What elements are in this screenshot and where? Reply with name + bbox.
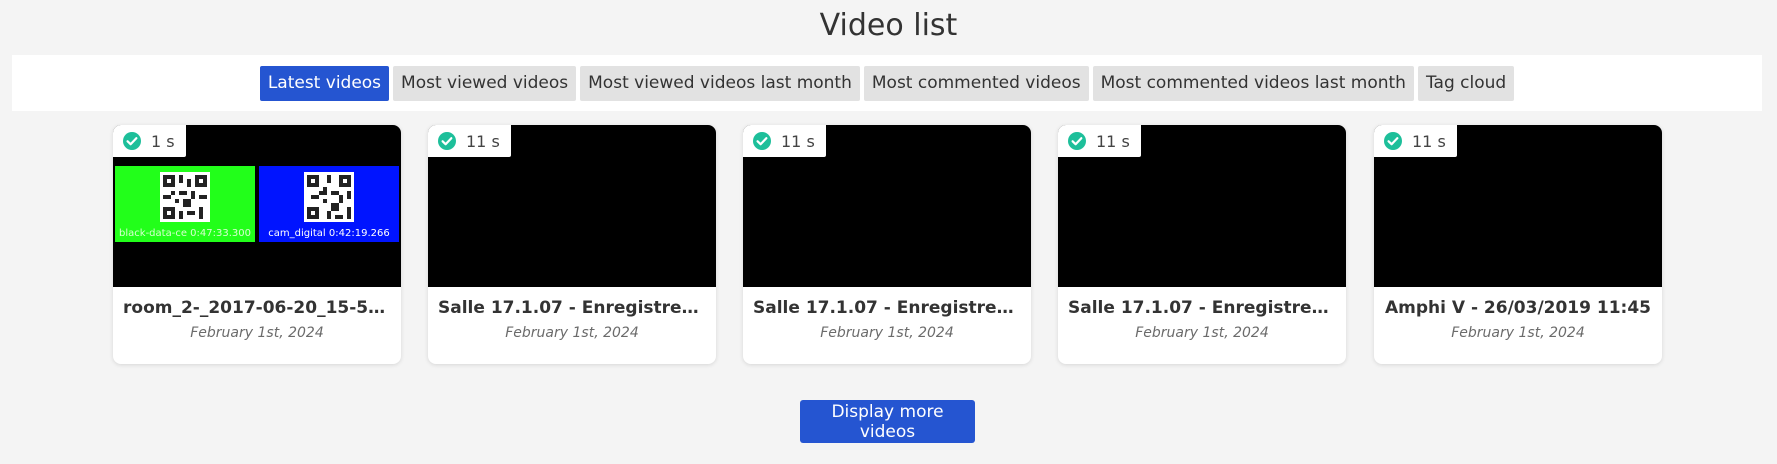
duration-badge: 11 s [1058, 125, 1141, 157]
duration-badge: 11 s [743, 125, 826, 157]
thumbnail-caption: black-data-ce 0:47:33.300 [119, 228, 251, 239]
video-card[interactable]: 11 s Salle 17.1.07 - Enregistrement d...… [743, 125, 1031, 364]
duration-badge: 11 s [428, 125, 511, 157]
thumbnail-panel-blue: cam_digital 0:42:19.266 [259, 166, 399, 242]
qr-code-icon [160, 172, 210, 222]
video-date: February 1st, 2024 [1451, 325, 1585, 341]
check-circle-icon [753, 132, 771, 150]
video-date: February 1st, 2024 [1135, 325, 1269, 341]
video-card[interactable]: 1 s black-data-ce 0:47:33.300 cam_digita… [113, 125, 401, 364]
video-thumbnail[interactable]: 11 s [1058, 125, 1346, 287]
thumbnail-panel-green: black-data-ce 0:47:33.300 [115, 166, 255, 242]
video-date: February 1st, 2024 [190, 325, 324, 341]
qr-code-icon [304, 172, 354, 222]
video-card[interactable]: 11 s Amphi V - 26/03/2019 11:45 February… [1374, 125, 1662, 364]
duration-text: 11 s [781, 131, 815, 151]
video-title[interactable]: Salle 17.1.07 - Enregistrement d... [743, 298, 1031, 318]
check-circle-icon [438, 132, 456, 150]
video-card[interactable]: 11 s Salle 17.1.07 - Enregistrement d...… [1058, 125, 1346, 364]
video-title[interactable]: Amphi V - 26/03/2019 11:45 [1374, 298, 1662, 318]
duration-badge: 1 s [113, 125, 186, 157]
check-circle-icon [1384, 132, 1402, 150]
tab-tag-cloud[interactable]: Tag cloud [1417, 65, 1515, 101]
tab-most-viewed-last-month[interactable]: Most viewed videos last month [580, 65, 860, 101]
tab-bar: Latest videos Most viewed videos Most vi… [12, 55, 1762, 111]
video-date: February 1st, 2024 [820, 325, 954, 341]
duration-text: 11 s [466, 131, 500, 151]
tab-most-commented-videos[interactable]: Most commented videos [863, 65, 1089, 101]
video-card[interactable]: 11 s Salle 17.1.07 - Enregistrement d...… [428, 125, 716, 364]
tab-most-commented-last-month[interactable]: Most commented videos last month [1092, 65, 1414, 101]
video-thumbnail[interactable]: 11 s [743, 125, 1031, 287]
video-date: February 1st, 2024 [505, 325, 639, 341]
video-title[interactable]: room_2-_2017-06-20_15-58-55 [113, 298, 401, 318]
duration-text: 1 s [151, 131, 175, 151]
duration-badge: 11 s [1374, 125, 1457, 157]
check-circle-icon [123, 132, 141, 150]
video-title[interactable]: Salle 17.1.07 - Enregistrement d... [428, 298, 716, 318]
video-thumbnail[interactable]: 11 s [1374, 125, 1662, 287]
video-thumbnail[interactable]: 11 s [428, 125, 716, 287]
display-more-videos-button[interactable]: Display more videos [800, 400, 975, 443]
tab-latest-videos[interactable]: Latest videos [259, 65, 390, 101]
duration-text: 11 s [1412, 131, 1446, 151]
video-title[interactable]: Salle 17.1.07 - Enregistrement d... [1058, 298, 1346, 318]
page-title: Video list [819, 8, 958, 43]
duration-text: 11 s [1096, 131, 1130, 151]
thumbnail-caption: cam_digital 0:42:19.266 [268, 228, 390, 239]
video-thumbnail[interactable]: 1 s black-data-ce 0:47:33.300 cam_digita… [113, 125, 401, 287]
check-circle-icon [1068, 132, 1086, 150]
tab-most-viewed-videos[interactable]: Most viewed videos [393, 65, 577, 101]
